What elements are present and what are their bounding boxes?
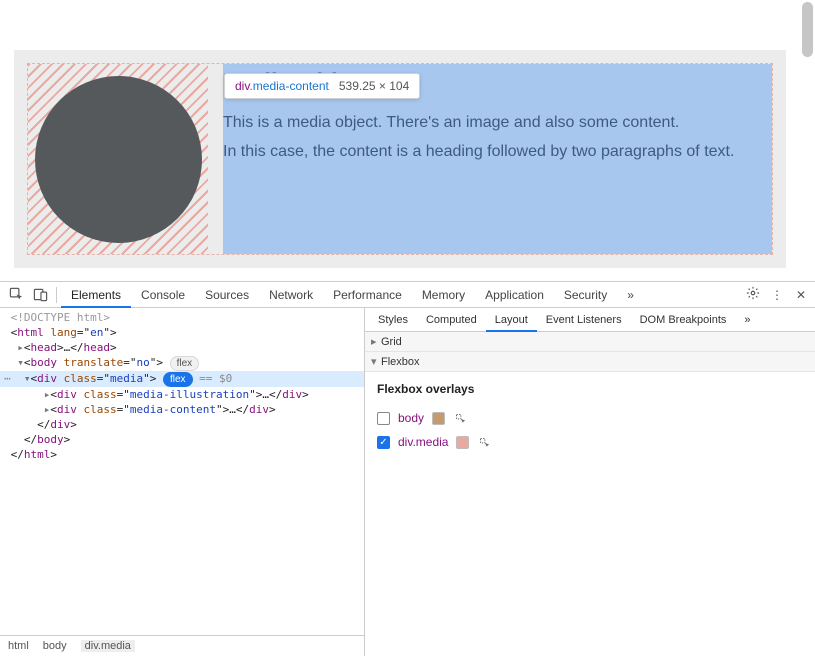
sidetab-computed[interactable]: Computed	[417, 308, 486, 332]
media-paragraph-2: In this case, the content is a heading f…	[223, 140, 772, 163]
media-illustration	[28, 64, 208, 254]
browser-viewport: Media Object This is a media object. The…	[0, 0, 815, 281]
dom-media-open[interactable]: ⋯ ▾<div class="media"> flex == $0	[0, 371, 364, 387]
tab-sources[interactable]: Sources	[195, 282, 259, 308]
dom-html-close[interactable]: </html>	[0, 447, 364, 462]
tab-network[interactable]: Network	[259, 282, 323, 308]
section-grid-label: Grid	[381, 336, 402, 348]
breadcrumb-html[interactable]: html	[8, 640, 29, 652]
divider	[56, 287, 57, 303]
dom-doctype[interactable]: <!DOCTYPE html>	[0, 310, 364, 325]
styles-side-panel: Styles Computed Layout Event Listeners D…	[365, 308, 815, 656]
tooltip-selector: div.media-content	[235, 79, 329, 93]
tab-console[interactable]: Console	[131, 282, 195, 308]
tooltip-dimensions: 539.25 × 104	[339, 79, 409, 93]
section-flexbox-label: Flexbox	[381, 356, 420, 368]
chevron-right-icon: ▸	[371, 335, 381, 348]
dom-tree[interactable]: <!DOCTYPE html> <html lang="en"> ▸<head>…	[0, 308, 364, 635]
flexbox-overlays: Flexbox overlays body ✓ div.media	[365, 372, 815, 464]
devtools-panel: Elements Console Sources Network Perform…	[0, 281, 815, 656]
placeholder-circle	[35, 76, 202, 243]
dom-body-open[interactable]: ▾<body translate="no"> flex	[0, 355, 364, 371]
scrollbar-thumb[interactable]	[802, 2, 813, 57]
overlay-highlight-icon[interactable]	[453, 411, 467, 425]
overlay-row-body: body	[377, 406, 803, 430]
tooltip-class: .media-content	[249, 79, 328, 93]
overlay-checkbox-body[interactable]	[377, 412, 390, 425]
overlay-swatch-divmedia[interactable]	[456, 436, 469, 449]
dom-panel: <!DOCTYPE html> <html lang="en"> ▸<head>…	[0, 308, 365, 656]
sidetab-eventlisteners[interactable]: Event Listeners	[537, 308, 631, 332]
chevron-down-icon: ▾	[371, 355, 381, 368]
devtools-main-tabs: Elements Console Sources Network Perform…	[0, 282, 815, 308]
tooltip-tag: div	[235, 79, 249, 93]
breadcrumb-body[interactable]: body	[43, 640, 67, 652]
element-info-tooltip: div.media-content 539.25 × 104	[224, 73, 420, 99]
overlay-swatch-body[interactable]	[432, 412, 445, 425]
sidetab-styles[interactable]: Styles	[369, 308, 417, 332]
media-paragraph-1: This is a media object. There's an image…	[223, 111, 772, 134]
tab-memory[interactable]: Memory	[412, 282, 475, 308]
sidetab-dombreakpoints[interactable]: DOM Breakpoints	[631, 308, 736, 332]
tab-security[interactable]: Security	[554, 282, 617, 308]
overlay-row-divmedia: ✓ div.media	[377, 430, 803, 454]
more-icon[interactable]: ⋮	[767, 288, 787, 302]
dom-body-close[interactable]: </body>	[0, 432, 364, 447]
overlay-label-body[interactable]: body	[398, 411, 424, 425]
dom-breadcrumb: html body div.media	[0, 635, 364, 656]
overlay-label-divmedia[interactable]: div.media	[398, 435, 448, 449]
section-flexbox[interactable]: ▾Flexbox	[365, 352, 815, 372]
overlay-checkbox-divmedia[interactable]: ✓	[377, 436, 390, 449]
dom-illustration[interactable]: ▸<div class="media-illustration">…</div>	[0, 387, 364, 402]
overlay-highlight-icon[interactable]	[477, 435, 491, 449]
tab-performance[interactable]: Performance	[323, 282, 412, 308]
gear-icon[interactable]	[743, 286, 763, 303]
tab-application[interactable]: Application	[475, 282, 554, 308]
side-tabs: Styles Computed Layout Event Listeners D…	[365, 308, 815, 332]
devtools-body: <!DOCTYPE html> <html lang="en"> ▸<head>…	[0, 308, 815, 656]
tab-elements[interactable]: Elements	[61, 282, 131, 308]
dom-html-open[interactable]: <html lang="en">	[0, 325, 364, 340]
inspect-element-icon[interactable]	[4, 283, 28, 307]
close-icon[interactable]: ✕	[791, 288, 811, 302]
breadcrumb-divmedia[interactable]: div.media	[81, 640, 135, 652]
sidetab-overflow[interactable]: »	[735, 308, 759, 332]
overlays-title: Flexbox overlays	[377, 382, 803, 396]
device-toolbar-icon[interactable]	[28, 283, 52, 307]
section-grid[interactable]: ▸Grid	[365, 332, 815, 352]
tab-overflow[interactable]: »	[617, 282, 644, 308]
dom-div-close[interactable]: </div>	[0, 417, 364, 432]
sidetab-layout[interactable]: Layout	[486, 308, 537, 332]
dom-media-content[interactable]: ▸<div class="media-content">…</div>	[0, 402, 364, 417]
dom-head[interactable]: ▸<head>…</head>	[0, 340, 364, 355]
